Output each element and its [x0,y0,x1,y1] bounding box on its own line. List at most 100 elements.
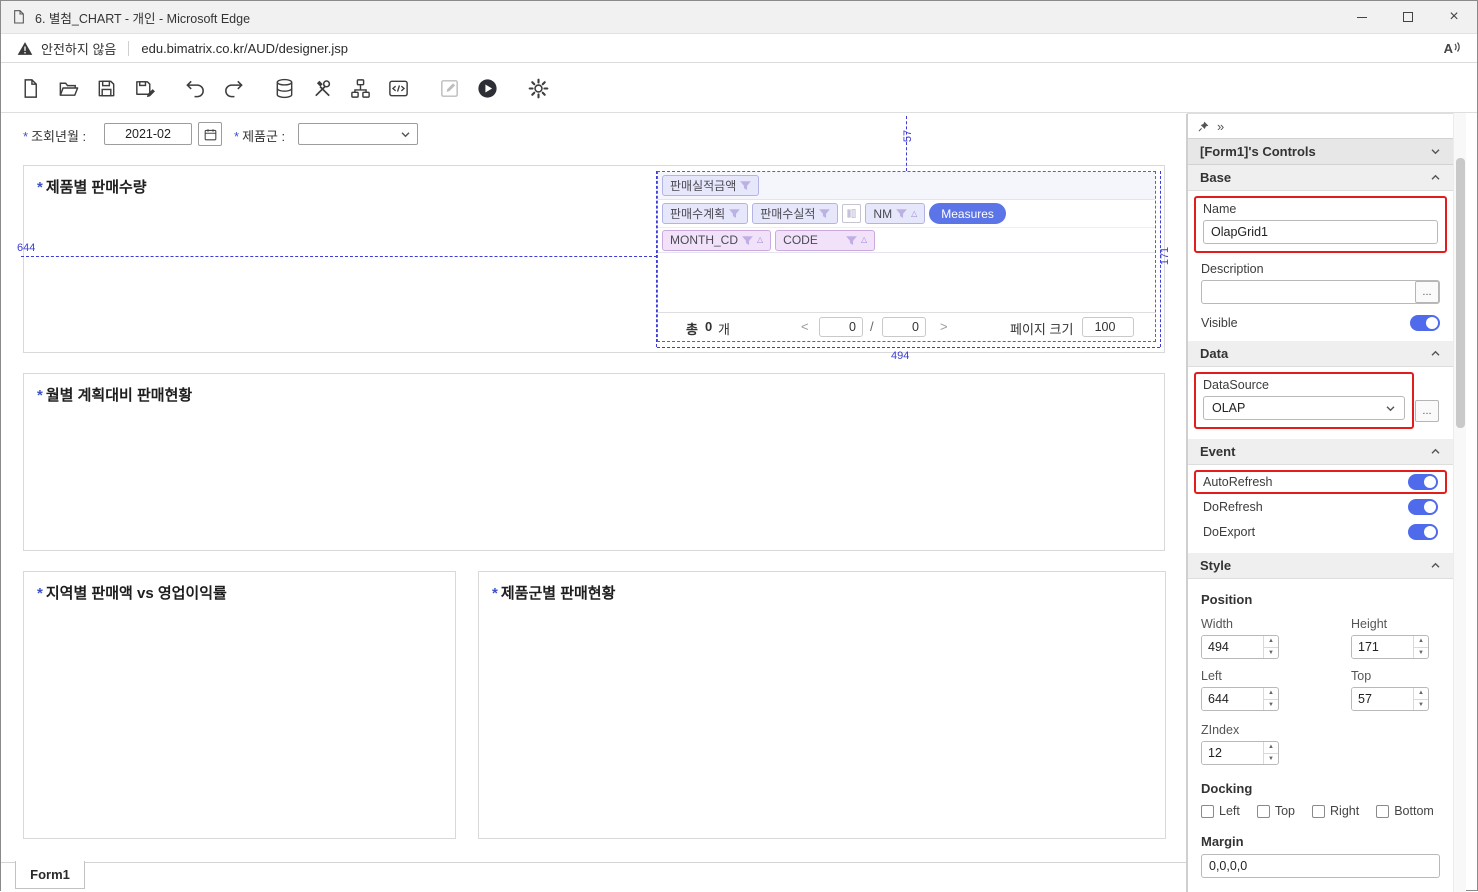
category-select[interactable] [298,123,418,145]
run-button[interactable] [472,73,502,103]
funnel-icon[interactable] [896,208,907,219]
scrollbar-thumb[interactable] [1456,158,1465,428]
spinner-up-icon[interactable]: ▲ [1414,688,1428,699]
width-stepper: ▲▼ [1201,635,1279,659]
datasource-more-button[interactable]: ... [1415,400,1439,422]
page-size-input[interactable] [1082,317,1134,337]
olapgrid-widget[interactable]: 판매실적금액 판매수계획 판매수실적 NM [657,171,1156,342]
datasource-select[interactable]: OLAP [1203,396,1405,420]
section-style-body: Position Width Height ▲▼ ▲▼ Left Top ▲▼ [1188,579,1453,888]
dorefresh-row: DoRefresh [1194,495,1447,519]
pivot-swap-button[interactable] [842,204,861,223]
dorefresh-toggle[interactable] [1408,499,1438,515]
sort-icon[interactable]: △ [861,236,867,244]
section-event-header[interactable]: Event [1188,439,1453,465]
width-input[interactable] [1202,636,1263,658]
spinner-up-icon[interactable]: ▲ [1264,636,1278,647]
chevron-up-icon [1430,562,1441,569]
description-more-button[interactable]: ... [1415,281,1439,303]
height-input[interactable] [1352,636,1413,658]
window-title: 6. 별첨_CHART - 개인 - Microsoft Edge [35,8,250,27]
date-input[interactable] [104,123,192,145]
expand-panel-button[interactable]: » [1217,119,1224,134]
row-pill[interactable]: CODE △ [775,230,875,251]
design-canvas[interactable]: *조회년월 : *제품군 : *제품별 판매수량 *월별 계획대비 판매현황 *… [1,114,1187,892]
hierarchy-button[interactable] [345,73,375,103]
zindex-input[interactable] [1202,742,1263,764]
tools-button[interactable] [307,73,337,103]
run-icon [476,77,499,100]
calendar-button[interactable] [198,122,222,146]
spinner-down-icon[interactable]: ▼ [1264,753,1278,765]
current-page-input[interactable] [819,317,863,337]
filter-pill[interactable]: 판매실적금액 [662,175,759,196]
left-input[interactable] [1202,688,1263,710]
url-field[interactable]: edu.bimatrix.co.kr/AUD/designer.jsp [141,41,348,56]
column-pill[interactable]: 판매수계획 [662,203,748,224]
settings-button[interactable] [523,73,553,103]
save-as-button[interactable] [129,73,159,103]
spinner-down-icon[interactable]: ▼ [1414,699,1428,711]
column-pill[interactable]: 판매수실적 [752,203,838,224]
dorefresh-label: DoRefresh [1203,500,1263,514]
dock-right-option[interactable]: Right [1312,804,1359,818]
new-file-button[interactable] [15,73,45,103]
name-input[interactable] [1203,220,1438,244]
dock-bottom-option[interactable]: Bottom [1376,804,1434,818]
chevron-up-icon [1430,448,1441,455]
spinner-up-icon[interactable]: ▲ [1264,742,1278,753]
funnel-icon[interactable] [742,235,753,246]
spinner-up-icon[interactable]: ▲ [1264,688,1278,699]
dock-top-option[interactable]: Top [1257,804,1295,818]
margin-input[interactable] [1201,854,1440,878]
close-button[interactable]: × [1431,1,1477,33]
doexport-toggle[interactable] [1408,524,1438,540]
site-security-button[interactable]: 안전하지 않음 [17,39,116,58]
dock-left-option[interactable]: Left [1201,804,1240,818]
datasource-button[interactable] [269,73,299,103]
maximize-button[interactable] [1385,1,1431,33]
sort-icon[interactable]: △ [757,236,763,244]
properties-scrollbar[interactable] [1453,113,1466,892]
undo-button[interactable] [180,73,210,103]
edit-button[interactable] [434,73,464,103]
funnel-icon[interactable] [729,208,740,219]
top-label: Top [1351,669,1461,683]
code-button[interactable] [383,73,413,103]
section-base-body: Name Description ... Visible [1188,191,1453,341]
next-page-button[interactable]: > [940,319,948,334]
chevron-up-icon [1430,350,1441,357]
category-filter-label: *제품군 : [234,126,285,145]
row-pill[interactable]: MONTH_CD △ [662,230,771,251]
prev-page-button[interactable]: < [801,319,809,334]
autorefresh-toggle[interactable] [1408,474,1438,490]
nm-pill[interactable]: NM △ [865,203,925,224]
open-button[interactable] [53,73,83,103]
security-label: 안전하지 않음 [41,39,116,58]
spinner-down-icon[interactable]: ▼ [1414,647,1428,659]
total-page-input[interactable] [882,317,926,337]
spinner-down-icon[interactable]: ▼ [1264,647,1278,659]
funnel-icon[interactable] [846,235,857,246]
funnel-icon[interactable] [819,208,830,219]
section-data-header[interactable]: Data [1188,341,1453,367]
spinner-down-icon[interactable]: ▼ [1264,699,1278,711]
tab-form1[interactable]: Form1 [15,861,85,889]
section-style-header[interactable]: Style [1188,553,1453,579]
spinner-up-icon[interactable]: ▲ [1414,636,1428,647]
description-input[interactable] [1201,280,1440,304]
redo-button[interactable] [218,73,248,103]
read-aloud-button[interactable]: A [1444,41,1461,56]
measures-pill[interactable]: Measures [929,203,1006,224]
save-button[interactable] [91,73,121,103]
section-base-header[interactable]: Base [1188,165,1453,191]
top-input[interactable] [1352,688,1413,710]
sort-icon[interactable]: △ [911,210,917,218]
minimize-button[interactable] [1339,1,1385,33]
controls-header[interactable]: [Form1]'s Controls [1188,138,1453,165]
olap-grid-footer: 총 0 개 < / > 페이지 크기 [658,312,1155,341]
pin-button[interactable] [1197,120,1210,133]
funnel-icon[interactable] [740,180,751,191]
visible-toggle[interactable] [1410,315,1440,331]
height-stepper: ▲▼ [1351,635,1429,659]
